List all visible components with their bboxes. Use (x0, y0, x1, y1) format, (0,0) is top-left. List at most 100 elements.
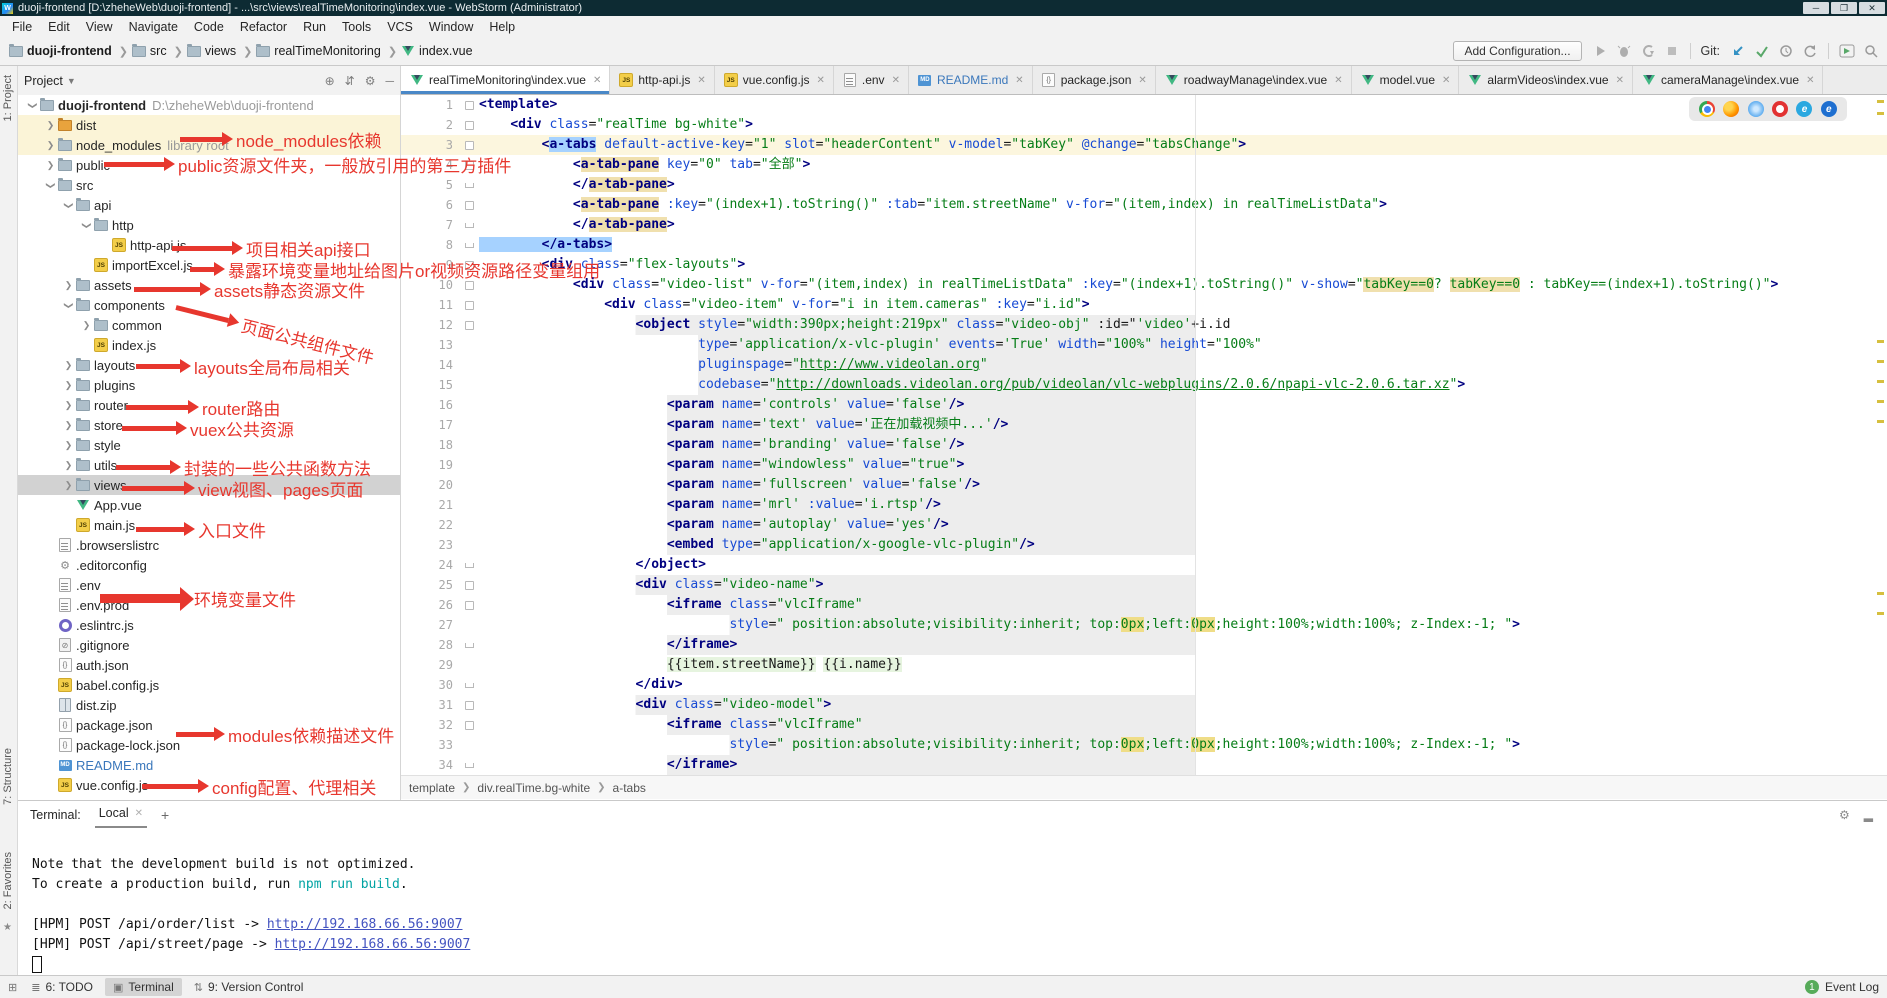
editor-breadcrumb-div-realTime-bg-white[interactable]: div.realTime.bg-white (477, 781, 590, 795)
editor-tab-.env[interactable]: .env✕ (834, 66, 909, 94)
tree-item-store[interactable]: ❯store (18, 415, 400, 435)
tree-item-.gitignore[interactable]: ⊘.gitignore (18, 635, 400, 655)
editor-tab-alarmVideos-index.vue[interactable]: alarmVideos\index.vue✕ (1459, 66, 1633, 94)
chevron-closed-icon[interactable]: ❯ (44, 160, 57, 171)
close-icon[interactable]: ✕ (135, 808, 143, 819)
update-icon[interactable] (1730, 43, 1746, 59)
error-stripe-scrollbar[interactable] (1877, 66, 1885, 746)
fold-open-icon[interactable] (459, 321, 479, 330)
minimize-button[interactable]: ─ (1803, 2, 1829, 14)
breadcrumb-index.vue[interactable]: index.vue (400, 44, 473, 58)
tree-item-dist.zip[interactable]: dist.zip (18, 695, 400, 715)
tree-item-README.md[interactable]: MDREADME.md (18, 755, 400, 775)
tree-item-package-lock.json[interactable]: {}package-lock.json (18, 735, 400, 755)
breadcrumb-views[interactable]: views (186, 44, 236, 58)
breadcrumb-realTimeMonitoring[interactable]: realTimeMonitoring (255, 44, 381, 58)
editor-tab-roadwayManage-index.vue[interactable]: roadwayManage\index.vue✕ (1156, 66, 1352, 94)
close-icon[interactable]: ✕ (1015, 75, 1023, 86)
stripe-7-Structure[interactable]: 7: Structure (2, 748, 14, 805)
tree-item-utils[interactable]: ❯utils (18, 455, 400, 475)
tree-item-style[interactable]: ❯style (18, 435, 400, 455)
chevron-closed-icon[interactable]: ❯ (62, 280, 75, 291)
collapse-all-icon[interactable]: ⇵ (345, 74, 355, 88)
chevron-open-icon[interactable]: ❯ (63, 199, 74, 212)
chevron-closed-icon[interactable]: ❯ (62, 380, 75, 391)
menu-run[interactable]: Run (295, 18, 334, 36)
chevron-closed-icon[interactable]: ❯ (62, 440, 75, 451)
tree-item-http-api.js[interactable]: JShttp-api.js (18, 235, 400, 255)
editor-tab-model.vue[interactable]: model.vue✕ (1352, 66, 1460, 94)
settings-gear-icon[interactable]: ⚙ (365, 74, 376, 88)
tree-item-App.vue[interactable]: App.vue (18, 495, 400, 515)
fold-close-icon[interactable] (459, 643, 479, 648)
tree-item-src[interactable]: ❯src (18, 175, 400, 195)
fold-close-icon[interactable] (459, 683, 479, 688)
close-icon[interactable]: ✕ (816, 75, 824, 86)
safari-browser-icon[interactable] (1748, 101, 1764, 117)
new-terminal-icon[interactable]: + (161, 807, 169, 823)
editor-tab-http-api.js[interactable]: JShttp-api.js✕ (610, 66, 714, 94)
run-anything-icon[interactable] (1839, 43, 1855, 59)
menu-tools[interactable]: Tools (334, 18, 379, 36)
tree-item-index.js[interactable]: JSindex.js (18, 335, 400, 355)
event-log-button[interactable]: Event Log (1825, 980, 1879, 994)
locate-icon[interactable]: ⊕ (325, 74, 335, 88)
tree-item-components[interactable]: ❯components (18, 295, 400, 315)
chevron-closed-icon[interactable]: ❯ (44, 140, 57, 151)
fold-open-icon[interactable] (459, 281, 479, 290)
terminal-hide-icon[interactable]: ▂ (1864, 808, 1873, 822)
tree-item-.browserslistrc[interactable]: .browserslistrc (18, 535, 400, 555)
fold-open-icon[interactable] (459, 141, 479, 150)
fold-close-icon[interactable] (459, 183, 479, 188)
terminal-link[interactable]: http://192.168.66.56:9007 (275, 937, 471, 952)
edge-browser-icon[interactable]: e (1821, 101, 1837, 117)
tree-item-main.js[interactable]: JSmain.js (18, 515, 400, 535)
coverage-icon[interactable] (1640, 43, 1656, 59)
firefox-browser-icon[interactable] (1723, 101, 1739, 117)
stop-icon[interactable] (1664, 43, 1680, 59)
ie-browser-icon[interactable]: e (1796, 101, 1812, 117)
menu-help[interactable]: Help (481, 18, 523, 36)
chevron-open-icon[interactable]: ❯ (45, 179, 56, 192)
fold-open-icon[interactable] (459, 121, 479, 130)
editor-tab-README.md[interactable]: MDREADME.md✕ (909, 66, 1033, 94)
close-button[interactable]: ✕ (1859, 2, 1885, 14)
editor-tab-realTimeMonitoring-index.vue[interactable]: realTimeMonitoring\index.vue✕ (401, 66, 610, 94)
menu-edit[interactable]: Edit (40, 18, 78, 36)
close-icon[interactable]: ✕ (892, 75, 900, 86)
menu-view[interactable]: View (78, 18, 121, 36)
tree-item-importExcel.js[interactable]: JSimportExcel.js (18, 255, 400, 275)
menu-code[interactable]: Code (186, 18, 232, 36)
code-editor[interactable]: 1<template>2 <div class="realTime bg-whi… (401, 95, 1887, 775)
tree-item-auth.json[interactable]: {}auth.json (18, 655, 400, 675)
tree-item-common[interactable]: ❯common (18, 315, 400, 335)
close-icon[interactable]: ✕ (1616, 75, 1624, 86)
editor-breadcrumb-template[interactable]: template (409, 781, 455, 795)
chevron-open-icon[interactable]: ❯ (27, 99, 38, 112)
fold-open-icon[interactable] (459, 601, 479, 610)
fold-open-icon[interactable] (459, 721, 479, 730)
tree-item-dist[interactable]: ❯dist (18, 115, 400, 135)
debug-icon[interactable] (1616, 43, 1632, 59)
commit-icon[interactable] (1754, 43, 1770, 59)
terminal-tab-local[interactable]: Local ✕ (95, 802, 147, 828)
editor-tab-package.json[interactable]: {}package.json✕ (1033, 66, 1156, 94)
stripe-2-Favorites[interactable]: 2: Favorites (2, 852, 14, 909)
fold-close-icon[interactable] (459, 563, 479, 568)
history-icon[interactable] (1778, 43, 1794, 59)
tree-item-package.json[interactable]: {}package.json (18, 715, 400, 735)
maximize-button[interactable]: ❐ (1831, 2, 1857, 14)
fold-open-icon[interactable] (459, 201, 479, 210)
tool-window-switcher-icon[interactable]: ⊞ (8, 981, 17, 994)
fold-open-icon[interactable] (459, 301, 479, 310)
menu-file[interactable]: File (4, 18, 40, 36)
fold-open-icon[interactable] (459, 101, 479, 110)
tree-item-duoji-frontend[interactable]: ❯duoji-frontendD:\zheheWeb\duoji-fronten… (18, 95, 400, 115)
tree-item-http[interactable]: ❯http (18, 215, 400, 235)
menu-window[interactable]: Window (421, 18, 481, 36)
search-icon[interactable] (1863, 43, 1879, 59)
tree-item-layouts[interactable]: ❯layouts (18, 355, 400, 375)
chevron-open-icon[interactable]: ❯ (63, 299, 74, 312)
rollback-icon[interactable] (1802, 43, 1818, 59)
close-icon[interactable]: ✕ (1138, 75, 1146, 86)
